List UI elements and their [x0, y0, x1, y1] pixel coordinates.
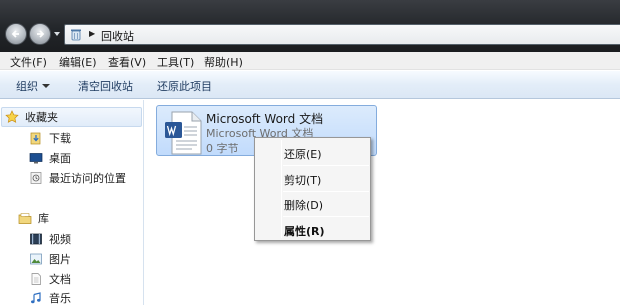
recent-places-icon: [30, 172, 42, 184]
back-button[interactable]: [5, 23, 27, 45]
nav-item-pictures[interactable]: 图片: [29, 250, 71, 268]
recycle-bin-icon: [71, 29, 81, 41]
nav-favorites-label: 收藏夹: [25, 111, 58, 124]
chevron-down-icon: [42, 84, 50, 88]
breadcrumb-recycle-bin[interactable]: 回收站: [101, 28, 134, 44]
nav-libraries-label: 库: [38, 212, 49, 225]
picture-library-icon: [30, 253, 42, 265]
organize-label: 组织: [16, 80, 38, 93]
video-library-icon: [30, 233, 42, 245]
file-size: 0 字节: [206, 142, 239, 155]
context-menu-cut[interactable]: 剪切(T): [284, 172, 321, 188]
nav-item-desktop[interactable]: 桌面: [29, 149, 71, 167]
restore-item-button[interactable]: 还原此项目: [157, 78, 212, 94]
command-bar: 组织 清空回收站 还原此项目: [0, 71, 620, 99]
music-library-icon: [31, 292, 41, 304]
context-menu-divider: [283, 165, 369, 166]
downloads-folder-icon: [30, 132, 41, 145]
nav-item-music[interactable]: 音乐: [29, 289, 71, 305]
organize-button[interactable]: 组织: [16, 78, 50, 94]
file-list-area[interactable]: Microsoft Word 文档 Microsoft Word 文档 0 字节: [145, 100, 620, 305]
context-menu: 还原(E) 剪切(T) 删除(D) 属性(R): [254, 137, 371, 241]
menu-view[interactable]: 查看(V): [108, 54, 146, 70]
nav-item-label: 视频: [49, 233, 71, 246]
title-bar: ▶ 回收站: [0, 0, 620, 52]
libraries-icon: [18, 213, 32, 224]
nav-item-recent-places[interactable]: 最近访问的位置: [29, 169, 126, 187]
desktop-icon: [29, 153, 43, 164]
context-menu-gutter: [281, 140, 282, 238]
nav-item-label: 音乐: [49, 292, 71, 305]
star-icon: [5, 110, 19, 123]
menu-edit[interactable]: 编辑(E): [59, 54, 97, 70]
nav-libraries[interactable]: 库: [18, 209, 49, 227]
menu-tools[interactable]: 工具(T): [157, 54, 194, 70]
arrow-left-icon: [11, 30, 19, 38]
nav-favorites[interactable]: 收藏夹: [5, 108, 58, 126]
context-menu-restore[interactable]: 还原(E): [284, 146, 322, 162]
nav-item-label: 下载: [49, 132, 71, 145]
nav-item-label: 桌面: [49, 152, 71, 165]
recent-pages-dropdown[interactable]: [53, 30, 61, 38]
context-menu-divider: [283, 216, 369, 217]
nav-item-label: 图片: [49, 253, 71, 266]
nav-item-label: 文档: [49, 273, 71, 286]
menu-help[interactable]: 帮助(H): [204, 54, 243, 70]
nav-item-label: 最近访问的位置: [49, 172, 126, 185]
nav-item-downloads[interactable]: 下载: [29, 129, 71, 147]
menu-bar: 文件(F) 编辑(E) 查看(V) 工具(T) 帮助(H): [0, 52, 620, 70]
nav-item-documents[interactable]: 文档: [29, 270, 71, 288]
context-menu-properties[interactable]: 属性(R): [284, 223, 325, 239]
empty-recycle-bin-button[interactable]: 清空回收站: [78, 78, 133, 94]
context-menu-delete[interactable]: 删除(D): [284, 197, 323, 213]
menu-file[interactable]: 文件(F): [10, 54, 47, 70]
forward-button[interactable]: [29, 23, 51, 45]
word-document-icon: [165, 111, 202, 155]
navigation-pane: 收藏夹 下载 桌面 最近访问的位置 库 视频 图片 文档 音乐: [0, 100, 144, 305]
document-library-icon: [31, 273, 41, 285]
nav-item-videos[interactable]: 视频: [29, 230, 71, 248]
breadcrumb-separator-icon[interactable]: ▶: [89, 29, 95, 38]
context-menu-divider: [283, 191, 369, 192]
address-bar[interactable]: ▶ 回收站: [64, 24, 620, 45]
arrow-right-icon: [37, 30, 45, 38]
